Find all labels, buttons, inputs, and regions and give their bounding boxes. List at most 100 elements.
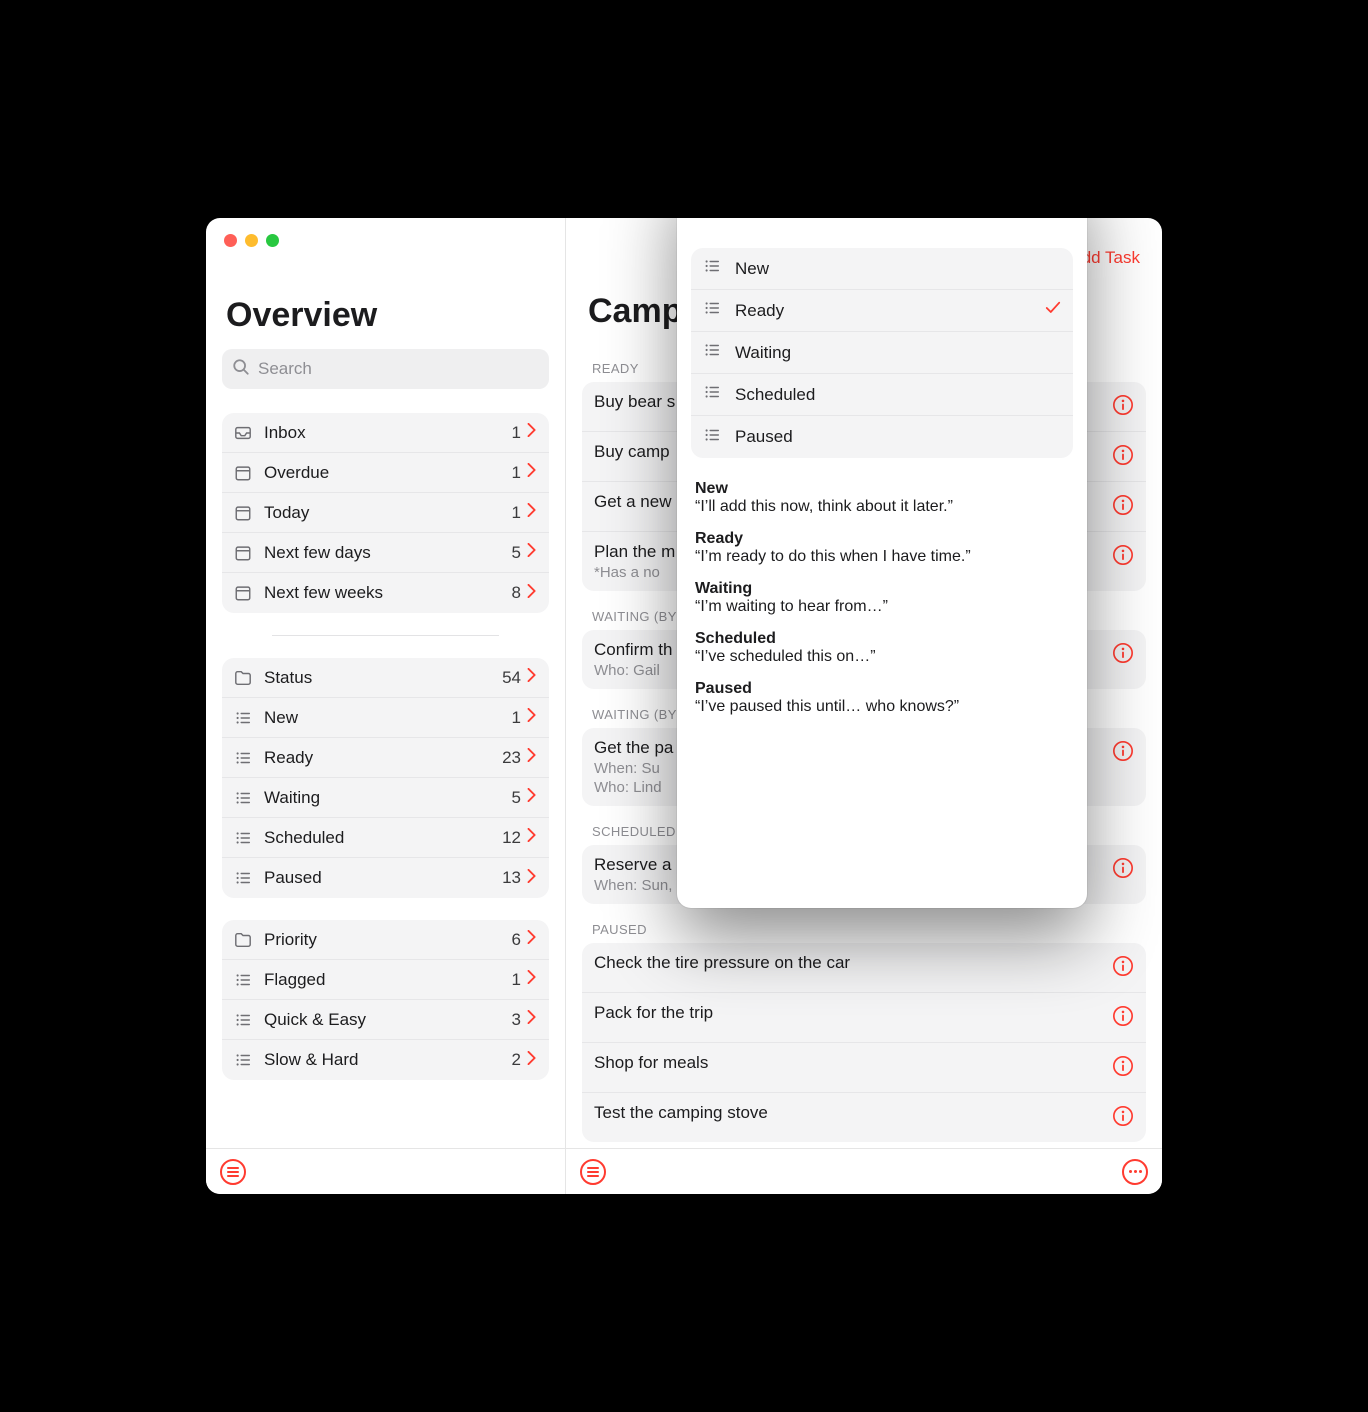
list-icon xyxy=(703,426,725,449)
task-info-button[interactable] xyxy=(1112,494,1134,521)
sidebar-item-count: 8 xyxy=(512,583,521,603)
sidebar-item-count: 1 xyxy=(512,970,521,990)
list-icon xyxy=(232,707,254,729)
sidebar-item-quick-easy[interactable]: Quick & Easy3 xyxy=(222,1000,549,1040)
chevron-right-icon xyxy=(527,748,537,767)
status-popover: Status NewReadyWaitingScheduledPaused Ne… xyxy=(677,218,1087,908)
sidebar-item-paused[interactable]: Paused13 xyxy=(222,858,549,898)
task-info-button[interactable] xyxy=(1112,444,1134,471)
definition-term: Waiting xyxy=(695,580,1069,598)
sidebar-item-overdue[interactable]: Overdue1 xyxy=(222,453,549,493)
status-option-scheduled[interactable]: Scheduled xyxy=(691,374,1073,416)
sidebar-item-count: 1 xyxy=(512,503,521,523)
list-icon xyxy=(703,257,725,280)
app-window: Overview Inbox1Overdue1Today1Next few da… xyxy=(206,218,1162,1194)
search-field[interactable] xyxy=(222,349,549,389)
checkmark-icon xyxy=(1045,300,1061,321)
list-icon xyxy=(703,341,725,364)
status-definitions: New“I’ll add this now, think about it la… xyxy=(691,480,1073,716)
status-option-label: Waiting xyxy=(735,343,1061,363)
sidebar-item-scheduled[interactable]: Scheduled12 xyxy=(222,818,549,858)
list-icon xyxy=(232,747,254,769)
status-option-ready[interactable]: Ready xyxy=(691,290,1073,332)
task-row[interactable]: Test the camping stove xyxy=(582,1093,1146,1142)
sidebar-item-status[interactable]: Status54 xyxy=(222,658,549,698)
cal-icon xyxy=(232,542,254,564)
task-info-button[interactable] xyxy=(1112,955,1134,982)
chevron-right-icon xyxy=(527,788,537,807)
sidebar-item-waiting[interactable]: Waiting5 xyxy=(222,778,549,818)
sidebar-item-label: Flagged xyxy=(264,970,512,990)
sidebar-item-label: New xyxy=(264,708,512,728)
sidebar-item-slow-hard[interactable]: Slow & Hard2 xyxy=(222,1040,549,1080)
task-row[interactable]: Check the tire pressure on the car xyxy=(582,943,1146,993)
definition-term: New xyxy=(695,480,1069,498)
status-option-paused[interactable]: Paused xyxy=(691,416,1073,458)
sidebar-item-label: Priority xyxy=(264,930,512,950)
sidebar-item-count: 1 xyxy=(512,423,521,443)
sidebar-item-new[interactable]: New1 xyxy=(222,698,549,738)
task-info-button[interactable] xyxy=(1112,1055,1134,1082)
chevron-right-icon xyxy=(527,869,537,888)
definition-desc: “I’m waiting to hear from…” xyxy=(695,598,1069,616)
search-input[interactable] xyxy=(258,359,539,379)
sidebar-item-label: Next few weeks xyxy=(264,583,512,603)
task-info-button[interactable] xyxy=(1112,1005,1134,1032)
sidebar-item-ready[interactable]: Ready23 xyxy=(222,738,549,778)
status-option-new[interactable]: New xyxy=(691,248,1073,290)
sidebar-item-label: Next few days xyxy=(264,543,512,563)
sidebar-item-today[interactable]: Today1 xyxy=(222,493,549,533)
task-row[interactable]: Pack for the trip xyxy=(582,993,1146,1043)
sidebar-item-count: 3 xyxy=(512,1010,521,1030)
sidebar-item-next-few-days[interactable]: Next few days5 xyxy=(222,533,549,573)
sidebar-item-label: Scheduled xyxy=(264,828,502,848)
task-title: Pack for the trip xyxy=(594,1003,1102,1023)
sidebar-menu-button[interactable] xyxy=(220,1159,246,1185)
task-info-button[interactable] xyxy=(1112,1105,1134,1132)
sidebar-item-inbox[interactable]: Inbox1 xyxy=(222,413,549,453)
sidebar-item-label: Inbox xyxy=(264,423,512,443)
status-option-label: Ready xyxy=(735,301,1045,321)
sidebar-footer xyxy=(206,1148,565,1194)
cal-icon xyxy=(232,502,254,524)
task-info-button[interactable] xyxy=(1112,857,1134,884)
chevron-right-icon xyxy=(527,423,537,442)
sidebar-group-status: Status54New1Ready23Waiting5Scheduled12Pa… xyxy=(222,658,549,898)
definition-term: Scheduled xyxy=(695,630,1069,648)
list-icon xyxy=(232,787,254,809)
list-icon xyxy=(232,827,254,849)
chevron-right-icon xyxy=(527,708,537,727)
status-definition: Ready“I’m ready to do this when I have t… xyxy=(695,530,1069,566)
sidebar-item-label: Overdue xyxy=(264,463,512,483)
window-zoom-button[interactable] xyxy=(266,234,279,247)
list-icon xyxy=(232,1049,254,1071)
task-title: Shop for meals xyxy=(594,1053,1102,1073)
sidebar-item-priority[interactable]: Priority6 xyxy=(222,920,549,960)
status-option-waiting[interactable]: Waiting xyxy=(691,332,1073,374)
chevron-right-icon xyxy=(527,668,537,687)
sidebar-divider xyxy=(272,635,499,636)
window-minimize-button[interactable] xyxy=(245,234,258,247)
chevron-right-icon xyxy=(527,1010,537,1029)
chevron-right-icon xyxy=(527,1051,537,1070)
main-footer xyxy=(566,1148,1162,1194)
task-title: Test the camping stove xyxy=(594,1103,1102,1123)
task-info-button[interactable] xyxy=(1112,394,1134,421)
sidebar-item-count: 2 xyxy=(512,1050,521,1070)
sidebar-item-label: Status xyxy=(264,668,502,688)
task-info-button[interactable] xyxy=(1112,642,1134,669)
window-close-button[interactable] xyxy=(224,234,237,247)
sidebar-item-flagged[interactable]: Flagged1 xyxy=(222,960,549,1000)
list-icon xyxy=(703,383,725,406)
chevron-right-icon xyxy=(527,970,537,989)
task-info-button[interactable] xyxy=(1112,544,1134,571)
definition-desc: “I’ll add this now, think about it later… xyxy=(695,498,1069,516)
sidebar-item-count: 1 xyxy=(512,463,521,483)
task-row[interactable]: Shop for meals xyxy=(582,1043,1146,1093)
task-info-button[interactable] xyxy=(1112,740,1134,767)
sidebar-item-next-few-weeks[interactable]: Next few weeks8 xyxy=(222,573,549,613)
sidebar-item-count: 5 xyxy=(512,543,521,563)
sidebar-item-label: Quick & Easy xyxy=(264,1010,512,1030)
main-menu-button[interactable] xyxy=(580,1159,606,1185)
main-more-button[interactable] xyxy=(1122,1159,1148,1185)
